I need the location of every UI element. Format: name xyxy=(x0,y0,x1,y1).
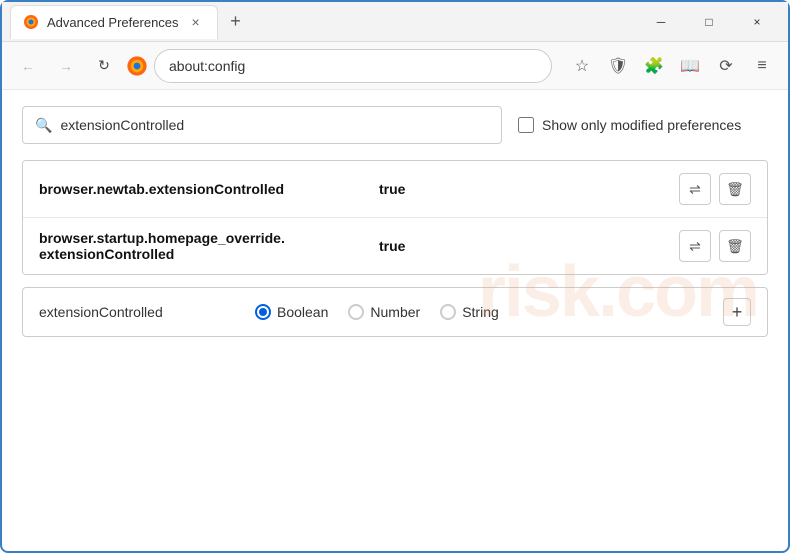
row-actions-2: ⇌ 🗑 xyxy=(679,230,751,262)
radio-string-circle xyxy=(440,304,456,320)
title-bar: Advanced Preferences × + ─ □ × xyxy=(2,2,788,42)
swap-icon-2: ⇌ xyxy=(689,238,701,255)
new-tab-button[interactable]: + xyxy=(222,8,250,36)
forward-button[interactable]: → xyxy=(50,50,82,82)
delete-icon-1: 🗑 xyxy=(726,181,744,198)
tab-close-button[interactable]: × xyxy=(187,13,205,31)
tab-favicon xyxy=(23,14,39,30)
main-content: 🔍 Show only modified preferences browser… xyxy=(2,90,788,353)
reload-button[interactable]: ↻ xyxy=(88,50,120,82)
table-row: browser.startup.homepage_override. exten… xyxy=(23,218,767,274)
minimize-button[interactable]: ─ xyxy=(638,6,684,38)
pocket-icon[interactable]: 📖 xyxy=(674,50,706,82)
row-actions-1: ⇌ 🗑 xyxy=(679,173,751,205)
new-pref-row: extensionControlled Boolean Number Strin… xyxy=(22,287,768,337)
modified-prefs-filter[interactable]: Show only modified preferences xyxy=(518,117,741,133)
search-box[interactable]: 🔍 xyxy=(22,106,502,144)
search-row: 🔍 Show only modified preferences xyxy=(22,106,768,144)
bookmark-icon[interactable]: ☆ xyxy=(566,50,598,82)
radio-boolean[interactable]: Boolean xyxy=(255,304,328,320)
back-button[interactable]: ← xyxy=(12,50,44,82)
pref-value-1: true xyxy=(379,181,679,197)
radio-number-circle xyxy=(348,304,364,320)
new-pref-name: extensionControlled xyxy=(39,304,239,320)
delete-button-2[interactable]: 🗑 xyxy=(719,230,751,262)
radio-boolean-label: Boolean xyxy=(277,304,328,320)
browser-tab[interactable]: Advanced Preferences × xyxy=(10,5,218,39)
radio-boolean-circle xyxy=(255,304,271,320)
radio-string[interactable]: String xyxy=(440,304,499,320)
tab-title: Advanced Preferences xyxy=(47,15,179,30)
menu-icon[interactable]: ≡ xyxy=(746,50,778,82)
radio-number-label: Number xyxy=(370,304,420,320)
modified-prefs-label: Show only modified preferences xyxy=(542,117,741,133)
pref-name-line2: extensionControlled xyxy=(39,246,174,262)
pref-name-2: browser.startup.homepage_override. exten… xyxy=(39,230,379,262)
delete-icon-2: 🗑 xyxy=(726,238,744,255)
pref-name-1: browser.newtab.extensionControlled xyxy=(39,181,379,197)
results-table: browser.newtab.extensionControlled true … xyxy=(22,160,768,275)
type-radio-group: Boolean Number String xyxy=(255,304,499,320)
table-row: browser.newtab.extensionControlled true … xyxy=(23,161,767,218)
modified-prefs-checkbox[interactable] xyxy=(518,117,534,133)
radio-string-label: String xyxy=(462,304,499,320)
address-bar: ← → ↻ about:config ☆ 🛡 🧩 📖 ⟳ ≡ xyxy=(2,42,788,90)
delete-button-1[interactable]: 🗑 xyxy=(719,173,751,205)
maximize-button[interactable]: □ xyxy=(686,6,732,38)
window-controls: ─ □ × xyxy=(638,6,780,38)
toolbar-icons: ☆ 🛡 🧩 📖 ⟳ ≡ xyxy=(566,50,778,82)
swap-icon-1: ⇌ xyxy=(689,181,701,198)
sync-icon[interactable]: ⟳ xyxy=(710,50,742,82)
pref-name-line1: browser.startup.homepage_override. xyxy=(39,230,285,246)
extension-icon[interactable]: 🧩 xyxy=(638,50,670,82)
radio-number[interactable]: Number xyxy=(348,304,420,320)
firefox-logo xyxy=(126,55,148,77)
shield-icon[interactable]: 🛡 xyxy=(602,50,634,82)
pref-value-2: true xyxy=(379,238,679,254)
search-icon: 🔍 xyxy=(35,117,52,134)
close-button[interactable]: × xyxy=(734,6,780,38)
url-bar[interactable]: about:config xyxy=(154,49,552,83)
search-input[interactable] xyxy=(60,117,489,133)
url-text: about:config xyxy=(169,58,537,74)
add-pref-button[interactable]: + xyxy=(723,298,751,326)
swap-button-2[interactable]: ⇌ xyxy=(679,230,711,262)
swap-button-1[interactable]: ⇌ xyxy=(679,173,711,205)
